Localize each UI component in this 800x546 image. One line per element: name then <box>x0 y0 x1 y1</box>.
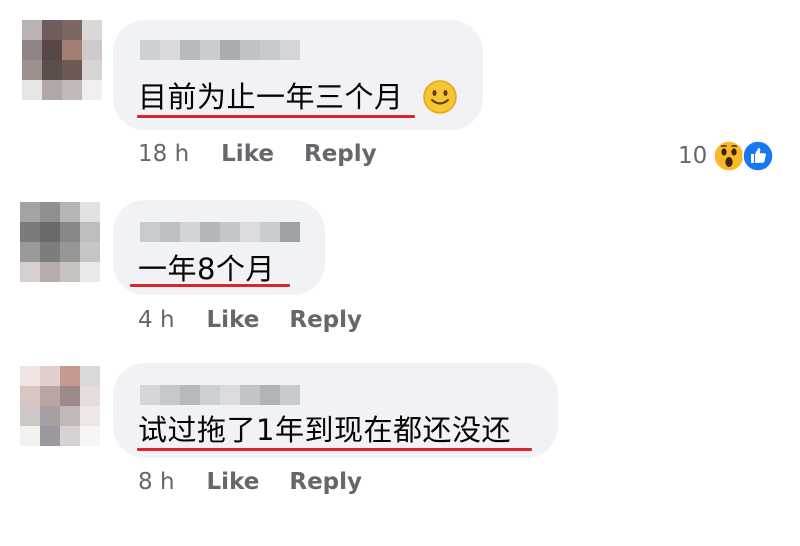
avatar[interactable] <box>20 202 100 282</box>
comment-actions: 8 h Like Reply <box>138 469 392 495</box>
avatar[interactable] <box>22 20 102 100</box>
reply-button[interactable]: Reply <box>289 469 362 495</box>
comment-text: 试过拖了1年到现在都还没还 <box>138 413 511 447</box>
comment-actions: 4 h Like Reply <box>138 307 392 333</box>
text-underline <box>137 115 415 118</box>
reply-button[interactable]: Reply <box>304 141 377 167</box>
commenter-name-redacted[interactable] <box>140 385 300 405</box>
reactions-summary[interactable]: 10 <box>678 140 775 172</box>
comment-timestamp[interactable]: 8 h <box>138 469 175 495</box>
text-underline <box>137 448 532 451</box>
commenter-name-redacted[interactable] <box>140 222 300 242</box>
thumbs-up-reaction-icon <box>742 140 775 172</box>
comment-text: 一年8个月 <box>138 252 275 286</box>
text-underline <box>130 284 290 287</box>
comment-timestamp[interactable]: 18 h <box>138 141 189 167</box>
comment-timestamp[interactable]: 4 h <box>138 307 175 333</box>
reaction-count: 10 <box>678 143 708 169</box>
like-button[interactable]: Like <box>221 141 274 167</box>
wow-reaction-icon <box>713 140 746 172</box>
slightly-smiling-face-icon <box>423 80 457 114</box>
comment-text: 目前为止一年三个月 <box>138 80 404 114</box>
commenter-name-redacted[interactable] <box>140 40 300 60</box>
like-button[interactable]: Like <box>207 469 260 495</box>
comment-actions: 18 h Like Reply <box>138 141 407 167</box>
like-button[interactable]: Like <box>207 307 260 333</box>
reply-button[interactable]: Reply <box>289 307 362 333</box>
avatar[interactable] <box>20 366 100 446</box>
